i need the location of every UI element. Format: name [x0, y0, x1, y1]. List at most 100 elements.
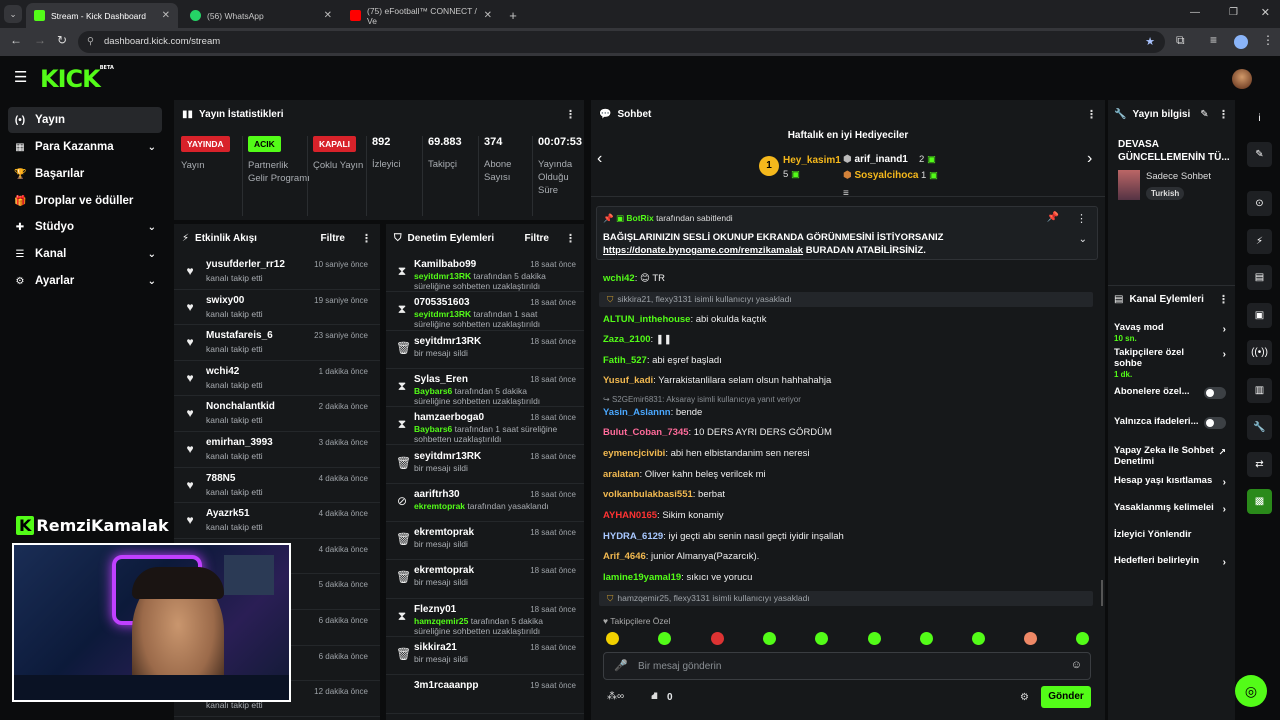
chat-username[interactable]: Yasin_Aslannn	[603, 407, 671, 418]
channel-action-1[interactable]: Yavaş mod 10 sn. ›	[1114, 322, 1232, 343]
activity-user[interactable]: Ayazrk51	[206, 508, 250, 519]
doc-icon[interactable]: ▤	[1247, 265, 1272, 290]
forward-icon[interactable]: →	[34, 33, 46, 47]
chevron-down-icon[interactable]: ⌄	[148, 276, 156, 287]
emote-icon[interactable]	[658, 632, 671, 645]
chevron-right-icon[interactable]: ›	[1223, 324, 1226, 335]
hamburger-menu-icon[interactable]: ☰	[14, 68, 27, 86]
gifters-prev-icon[interactable]: ‹	[597, 150, 602, 168]
filter-button[interactable]: Filtre	[321, 233, 345, 244]
profile-avatar-icon[interactable]	[1234, 35, 1248, 49]
microphone-icon[interactable]: 🎤	[614, 659, 628, 672]
chat-input[interactable]: 🎤 Bir mesaj gönderin ☺	[603, 652, 1091, 680]
activity-user[interactable]: emirhan_3993	[206, 437, 273, 448]
sidebar-item[interactable]: ✚ Stüdyo ⌄	[8, 214, 162, 240]
chat-username[interactable]: eymencjcivibi	[603, 448, 665, 459]
channel-action-7[interactable]: Yasaklanmış kelimelei ›	[1114, 502, 1232, 515]
gifter-name[interactable]: Hey_kasim1	[783, 155, 841, 166]
browser-tab-whatsapp[interactable]: (56) WhatsApp ✕	[182, 3, 340, 28]
emote-icon[interactable]	[763, 632, 776, 645]
switch-icon[interactable]: ⇄	[1247, 452, 1272, 477]
channel-action-9[interactable]: Hedefleri belirleyin ›	[1114, 555, 1232, 568]
chevron-right-icon[interactable]: ›	[1223, 504, 1226, 515]
donate-link[interactable]: https://donate.bynogame.com/remzikamalak	[603, 245, 803, 256]
moderation-user[interactable]: Flezny01	[414, 604, 456, 615]
emote-icon[interactable]	[972, 632, 985, 645]
chevron-down-icon[interactable]: ⌄	[148, 142, 156, 153]
moderation-user[interactable]: ekremtoprak	[414, 565, 474, 576]
channel-action-8[interactable]: İzleyici Yönlendir	[1114, 529, 1232, 540]
browser-tab-kick[interactable]: Stream - Kick Dashboard ✕	[26, 3, 178, 28]
gifters-next-icon[interactable]: ›	[1087, 150, 1092, 168]
chat-username[interactable]: Fatih_527	[603, 355, 647, 366]
browser-menu-icon[interactable]: ⋮	[1262, 33, 1274, 47]
activity-user[interactable]: 788N5	[206, 473, 235, 484]
emoji-icon[interactable]: ☺	[1071, 659, 1082, 671]
sidebar-item[interactable]: ▦ Para Kazanma ⌄	[8, 134, 162, 160]
more-options-icon[interactable]: ⋮	[1086, 108, 1097, 121]
moderation-user[interactable]: ekremtoprak	[414, 527, 474, 538]
minimize-icon[interactable]: —	[1190, 7, 1200, 18]
sidebar-item[interactable]: 🎁 Droplar ve ödüller	[8, 188, 162, 214]
moderation-user[interactable]: seyitdmr13RK	[414, 336, 481, 347]
moderation-user[interactable]: hamzaerboga0	[414, 412, 484, 423]
expand-gifters-icon[interactable]: ≡	[843, 188, 849, 199]
close-window-icon[interactable]: ✕	[1261, 6, 1270, 19]
sidebar-item[interactable]: (•) Yayın	[8, 107, 162, 133]
close-tab-icon[interactable]: ✕	[162, 10, 170, 21]
stream-tag[interactable]: Turkish	[1146, 187, 1185, 200]
moderation-user[interactable]: aariftrh30	[414, 489, 460, 500]
more-options-icon[interactable]: ⋮	[565, 108, 576, 121]
extensions-icon[interactable]: ⧉	[1176, 33, 1185, 48]
edit-icon[interactable]: ✎	[1200, 109, 1208, 120]
info-icon[interactable]: i	[1247, 106, 1272, 131]
more-options-icon[interactable]: ⋮	[565, 232, 576, 245]
close-tab-icon[interactable]: ✕	[324, 10, 332, 21]
chat-username[interactable]: Zaza_2100	[603, 334, 651, 345]
reading-list-icon[interactable]: ≡	[1210, 33, 1217, 47]
chat-icon[interactable]: ▣	[1247, 303, 1272, 328]
chat-username[interactable]: HYDRA_6129	[603, 531, 663, 542]
activity-user[interactable]: wchi42	[206, 366, 239, 377]
stream-category[interactable]: Sadece Sohbet	[1146, 171, 1211, 182]
activity-user[interactable]: Mustafareis_6	[206, 330, 273, 341]
emote-icon[interactable]	[868, 632, 881, 645]
maximize-icon[interactable]: ❐	[1229, 7, 1238, 18]
kick-logo[interactable]: KICKBETA	[40, 65, 114, 93]
wrench-icon[interactable]: 🔧	[1247, 415, 1272, 440]
layout-icon[interactable]: ▥	[1247, 378, 1272, 403]
new-tab-button[interactable]: +	[504, 3, 522, 28]
pinned-more-icon[interactable]: ⋮	[1076, 212, 1087, 225]
moderator-name[interactable]: seyitdmr13RK	[414, 309, 471, 319]
chat-settings-icon[interactable]: ⚙	[1020, 692, 1029, 703]
reload-icon[interactable]: ↻	[57, 33, 67, 47]
support-chat-icon[interactable]: ◎	[1235, 675, 1267, 707]
moderation-user[interactable]: seyitdmr13RK	[414, 451, 481, 462]
filter-button[interactable]: Filtre	[525, 233, 549, 244]
activity-user[interactable]: swixy00	[206, 295, 244, 306]
unpin-icon[interactable]: 📌	[1047, 212, 1059, 223]
more-options-icon[interactable]: ⋮	[361, 232, 372, 245]
chevron-down-icon[interactable]: ⌄	[148, 249, 156, 260]
lightning-icon[interactable]: ⚡	[1247, 229, 1272, 254]
expand-pinned-icon[interactable]: ⌄	[1079, 234, 1087, 245]
user-avatar[interactable]	[1232, 69, 1252, 89]
close-tab-icon[interactable]: ✕	[484, 10, 492, 21]
activity-user[interactable]: Nonchalantkid	[206, 401, 275, 412]
send-button[interactable]: Gönder	[1041, 686, 1091, 708]
channel-action-5[interactable]: Yapay Zeka ile Sohbet Denetimi ↗	[1114, 445, 1232, 467]
gifter-row[interactable]: ⬢ Sosyalcihoca	[843, 170, 918, 181]
chat-scrollbar[interactable]	[1101, 580, 1103, 606]
chevron-right-icon[interactable]: ›	[1223, 557, 1226, 568]
moderation-user[interactable]: 3m1rcaaanpp	[414, 680, 478, 691]
emote-icon[interactable]	[1076, 632, 1089, 645]
broadcast-icon[interactable]: ((•))	[1247, 340, 1272, 365]
back-icon[interactable]: ←	[10, 33, 22, 47]
toggle-switch[interactable]	[1204, 417, 1226, 429]
moderation-user[interactable]: 0705351603	[414, 297, 470, 308]
emote-icon[interactable]	[815, 632, 828, 645]
points-icon[interactable]: ⁂∞	[607, 691, 624, 702]
toggle-switch[interactable]	[1204, 387, 1226, 399]
sidebar-item[interactable]: ⚙ Ayarlar ⌄	[8, 268, 162, 294]
moderator-name[interactable]: Baybars6	[414, 386, 452, 396]
